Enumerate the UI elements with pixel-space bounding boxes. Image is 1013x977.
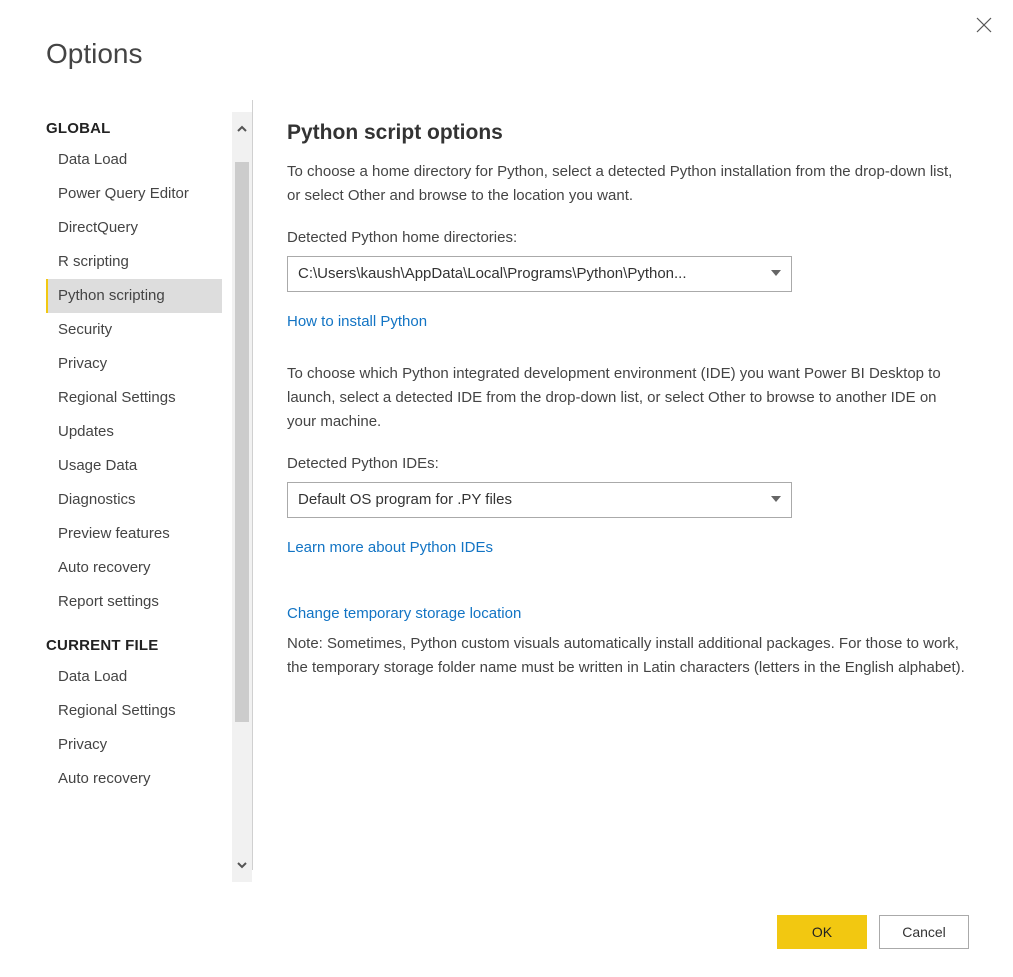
ide-dropdown[interactable]: Default OS program for .PY files	[287, 482, 792, 518]
options-dialog: Options GLOBAL Data Load Power Query Edi…	[0, 0, 1013, 977]
content-heading: Python script options	[287, 116, 965, 150]
cancel-button[interactable]: Cancel	[879, 915, 969, 949]
home-dir-intro: To choose a home directory for Python, s…	[287, 160, 965, 208]
ok-button[interactable]: OK	[777, 915, 867, 949]
sidebar-item-cf-privacy[interactable]: Privacy	[46, 728, 222, 762]
sidebar-group-global: GLOBAL	[46, 112, 222, 143]
sidebar-item-usage-data[interactable]: Usage Data	[46, 449, 222, 483]
scroll-down-icon[interactable]	[232, 848, 252, 882]
chevron-down-icon	[771, 488, 781, 512]
install-python-link[interactable]: How to install Python	[287, 310, 427, 334]
sidebar-item-diagnostics[interactable]: Diagnostics	[46, 483, 222, 517]
sidebar-item-power-query-editor[interactable]: Power Query Editor	[46, 177, 222, 211]
sidebar-item-r-scripting[interactable]: R scripting	[46, 245, 222, 279]
sidebar-item-cf-data-load[interactable]: Data Load	[46, 660, 222, 694]
content-panel: Python script options To choose a home d…	[253, 100, 1013, 891]
dialog-footer: OK Cancel	[0, 915, 1013, 949]
sidebar-item-data-load[interactable]: Data Load	[46, 143, 222, 177]
ide-label: Detected Python IDEs:	[287, 452, 965, 476]
sidebar-group-current-file: CURRENT FILE	[46, 619, 222, 660]
home-dir-value: C:\Users\kaush\AppData\Local\Programs\Py…	[298, 262, 687, 286]
scrollbar[interactable]	[232, 112, 252, 882]
home-dir-label: Detected Python home directories:	[287, 226, 965, 250]
sidebar-item-python-scripting[interactable]: Python scripting	[46, 279, 222, 313]
ide-value: Default OS program for .PY files	[298, 488, 512, 512]
ide-intro: To choose which Python integrated develo…	[287, 362, 965, 434]
sidebar: GLOBAL Data Load Power Query Editor Dire…	[0, 100, 252, 891]
sidebar-item-directquery[interactable]: DirectQuery	[46, 211, 222, 245]
storage-note: Note: Sometimes, Python custom visuals a…	[287, 632, 965, 680]
close-icon[interactable]	[975, 16, 993, 34]
dialog-title: Options	[0, 0, 1013, 70]
scroll-up-icon[interactable]	[232, 112, 252, 146]
scroll-thumb[interactable]	[235, 162, 249, 722]
sidebar-item-security[interactable]: Security	[46, 313, 222, 347]
home-dir-dropdown[interactable]: C:\Users\kaush\AppData\Local\Programs\Py…	[287, 256, 792, 292]
sidebar-item-updates[interactable]: Updates	[46, 415, 222, 449]
storage-location-link[interactable]: Change temporary storage location	[287, 602, 521, 626]
sidebar-item-regional-settings[interactable]: Regional Settings	[46, 381, 222, 415]
chevron-down-icon	[771, 262, 781, 286]
sidebar-item-preview-features[interactable]: Preview features	[46, 517, 222, 551]
sidebar-item-cf-auto-recovery[interactable]: Auto recovery	[46, 762, 222, 796]
sidebar-item-cf-regional-settings[interactable]: Regional Settings	[46, 694, 222, 728]
ide-learn-more-link[interactable]: Learn more about Python IDEs	[287, 536, 493, 560]
sidebar-inner: GLOBAL Data Load Power Query Editor Dire…	[46, 112, 252, 796]
sidebar-item-privacy[interactable]: Privacy	[46, 347, 222, 381]
sidebar-item-auto-recovery[interactable]: Auto recovery	[46, 551, 222, 585]
sidebar-item-report-settings[interactable]: Report settings	[46, 585, 222, 619]
